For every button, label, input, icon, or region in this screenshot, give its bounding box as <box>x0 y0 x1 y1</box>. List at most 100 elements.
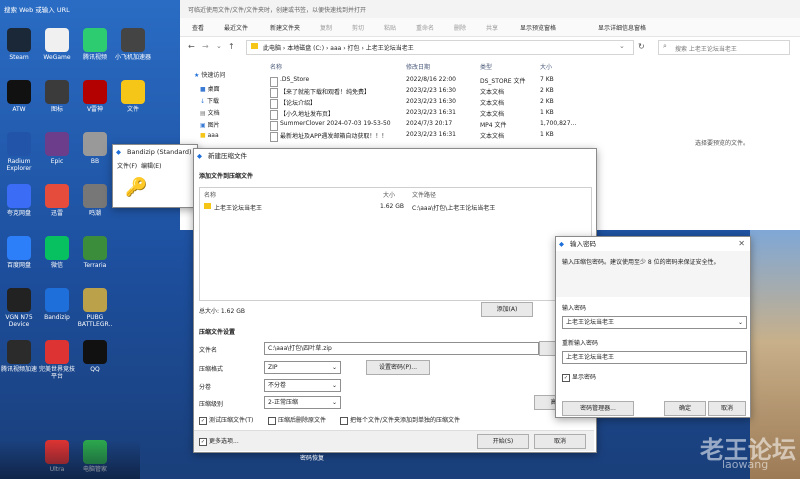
separate-archives-checkbox[interactable]: 把每个文件/文件夹添加到单独的压缩文件 <box>340 415 460 425</box>
show-password-checkbox[interactable]: ✓ 显示密码 <box>562 372 596 382</box>
desktop-icon[interactable]: Steam <box>0 28 38 61</box>
desktop-icon[interactable]: Bandizip <box>38 288 76 321</box>
dialog-app-icon: ◆ <box>197 152 202 160</box>
file-row[interactable]: 【小久地址发布页】 2023/2/23 16:31 文本文档 1 KB <box>270 109 710 120</box>
crumb-pack[interactable]: 打包 <box>348 45 360 52</box>
start-button[interactable]: 开始(S) <box>477 434 529 449</box>
folder-icon <box>251 43 258 49</box>
add-button[interactable]: 添加(A) <box>481 302 533 317</box>
toolbar-delete-button[interactable]: 删除 <box>454 23 466 32</box>
file-size: 7 KB <box>540 76 554 83</box>
search-box[interactable]: ⌕ 搜索 上老王论坛当老王 <box>658 40 790 55</box>
col-name[interactable]: 名称 <box>204 190 216 199</box>
col-size[interactable]: 大小 <box>383 190 395 199</box>
test-checkbox[interactable]: ✓ 测试压缩文件(T) <box>199 415 253 425</box>
app-icon <box>45 340 69 364</box>
crumb-c-drive[interactable]: 本地磁盘 (C:) <box>287 45 324 52</box>
file-row[interactable]: SummerClover 2024-07-03 19-53-50 2024/7/3… <box>270 120 710 131</box>
ok-button[interactable]: 确定 <box>664 401 706 416</box>
chevron-down-icon[interactable]: ⌄ <box>738 317 743 328</box>
toolbar-preview-button[interactable]: 显示预览窗格 <box>520 23 556 32</box>
desktop-icon[interactable]: 腾讯视频加速 <box>0 340 38 373</box>
more-options-checkbox[interactable]: ✓ 更多选项... <box>199 436 239 446</box>
refresh-icon[interactable]: ↻ <box>638 42 645 51</box>
password-cancel-button[interactable]: 取消 <box>708 401 746 416</box>
nav-documents[interactable]: ▤ 文档 <box>200 108 220 117</box>
nav-downloads[interactable]: ↓ 下载 <box>200 96 219 105</box>
toolbar-cut-button[interactable]: 剪切 <box>352 23 364 32</box>
desktop-icon[interactable]: 完美世界竞技平台 <box>38 340 76 380</box>
desktop-icon-label: 微信 <box>50 262 63 269</box>
file-row[interactable]: .DS_Store 2022/8/16 22:00 DS_STORE 文件 7 KB <box>270 76 710 87</box>
crumb-this-pc[interactable]: 此电脑 <box>263 45 281 52</box>
toolbar-view-button[interactable]: 查看 <box>192 23 204 32</box>
delete-after-checkbox[interactable]: 压缩后删除原文件 <box>268 415 326 425</box>
desktop-icon[interactable]: 百度网盘 <box>0 236 38 269</box>
address-dropdown-icon[interactable]: ⌄ <box>619 42 625 50</box>
filename-field[interactable]: C:\aaa\打包\四叶草.zip <box>264 342 539 355</box>
toolbar-recent-button[interactable]: 最近文件 <box>224 23 248 32</box>
desktop-icon[interactable]: Terraria <box>76 236 114 269</box>
back-icon[interactable]: ← <box>188 42 195 51</box>
file-list-box[interactable]: 名称 大小 文件路径 上老王论坛当老王 1.62 GB C:\aaa\打包\上老… <box>199 187 592 301</box>
desktop-icon[interactable]: 夸克网盘 <box>0 184 38 217</box>
toolbar-copy-button[interactable]: 复制 <box>320 23 332 32</box>
close-icon[interactable]: ✕ <box>738 237 745 251</box>
toolbar-rename-button[interactable]: 重命名 <box>416 23 434 32</box>
desktop-icon[interactable]: 小飞机加速器 <box>114 28 152 61</box>
menu-file[interactable]: 文件(F) <box>117 163 137 170</box>
reenter-password-field[interactable]: 上老王论坛当老王 <box>562 351 747 364</box>
toolbar-paste-button[interactable]: 粘贴 <box>384 23 396 32</box>
nav-aaa[interactable]: ■ aaa <box>200 132 219 139</box>
desktop-icon[interactable]: ATW <box>0 80 38 113</box>
crumb-aaa[interactable]: aaa <box>330 45 341 52</box>
app-icon <box>7 184 31 208</box>
recent-chevron-icon[interactable]: ⌄ <box>216 42 222 50</box>
header-date[interactable]: 修改日期 <box>406 62 430 71</box>
cancel-button[interactable]: 取消 <box>534 434 586 449</box>
desktop-icon[interactable]: 迅雷 <box>38 184 76 217</box>
nav-pictures[interactable]: ▣ 图片 <box>200 120 220 129</box>
file-row[interactable]: 【论坛介绍】 2023/2/23 16:30 文本文档 2 KB <box>270 98 710 109</box>
menu-edit[interactable]: 编辑(E) <box>141 163 161 170</box>
desktop-icon[interactable]: BB <box>76 132 114 165</box>
toolbar-details-button[interactable]: 显示详细信息窗格 <box>598 23 646 32</box>
file-row[interactable]: 最新地址及APP遇发邮箱自动获取！！！ 2023/2/23 16:31 文本文档 1 … <box>270 131 710 142</box>
toolbar-share-button[interactable]: 共享 <box>486 23 498 32</box>
desktop-icon[interactable]: 腾讯视频 <box>76 28 114 61</box>
password-field[interactable]: 上老王论坛当老王 ⌄ <box>562 316 747 329</box>
format-select[interactable]: ZIP ⌄ <box>264 361 341 374</box>
desktop-icon[interactable]: V雷神 <box>76 80 114 113</box>
set-password-button[interactable]: 设置密码(P)... <box>366 360 430 375</box>
up-icon[interactable]: ↑ <box>228 42 235 51</box>
desktop-icon[interactable]: Radium Explorer <box>0 132 38 172</box>
header-size[interactable]: 大小 <box>540 62 552 71</box>
password-manager-button[interactable]: 密码管理器... <box>562 401 634 416</box>
taskbar-password-recovery[interactable]: 密码恢复 <box>300 453 324 462</box>
bandizip-logo-icon: ◆ <box>116 148 121 156</box>
desktop-icon[interactable]: 鸣潮 <box>76 184 114 217</box>
desktop-icon[interactable]: VGN N75 Device <box>0 288 38 328</box>
col-path[interactable]: 文件路径 <box>412 190 436 199</box>
desktop-icon[interactable]: WeGame <box>38 28 76 61</box>
header-type[interactable]: 类型 <box>480 62 492 71</box>
nav-desktop[interactable]: ■ 桌面 <box>200 84 220 93</box>
nav-quick-access[interactable]: ★ 快速访问 <box>194 70 225 79</box>
desktop-icon[interactable]: QQ <box>76 340 114 373</box>
split-select[interactable]: 不分卷 ⌄ <box>264 379 341 392</box>
breadcrumb[interactable]: 此电脑 › 本地磁盘 (C:) › aaa › 打包 › 上老王论坛当老王 ⌄ <box>246 40 634 55</box>
file-date: 2024/7/3 20:17 <box>406 120 453 127</box>
forward-icon[interactable]: → <box>202 42 209 51</box>
file-row[interactable]: 【来了就能下载和观看！纯免费】 2023/2/23 16:30 文本文档 2 KB <box>270 87 710 98</box>
header-name[interactable]: 名称 <box>270 62 282 71</box>
desktop-icon[interactable]: 文件 <box>114 80 152 113</box>
desktop-icon[interactable]: 微信 <box>38 236 76 269</box>
archive-item-row[interactable]: 上老王论坛当老王 1.62 GB C:\aaa\打包\上老王论坛当老王 <box>200 201 589 212</box>
desktop-icon[interactable]: Epic <box>38 132 76 165</box>
toolbar-new-folder-button[interactable]: 新建文件夹 <box>270 23 300 32</box>
desktop-icon[interactable]: 图标 <box>38 80 76 113</box>
crumb-current[interactable]: 上老王论坛当老王 <box>366 45 414 52</box>
desktop-icon[interactable]: PUBG BATTLEGR.. <box>76 288 114 328</box>
level-select[interactable]: 2-正常压缩 ⌄ <box>264 396 341 409</box>
filename-label: 文件名 <box>199 347 218 354</box>
